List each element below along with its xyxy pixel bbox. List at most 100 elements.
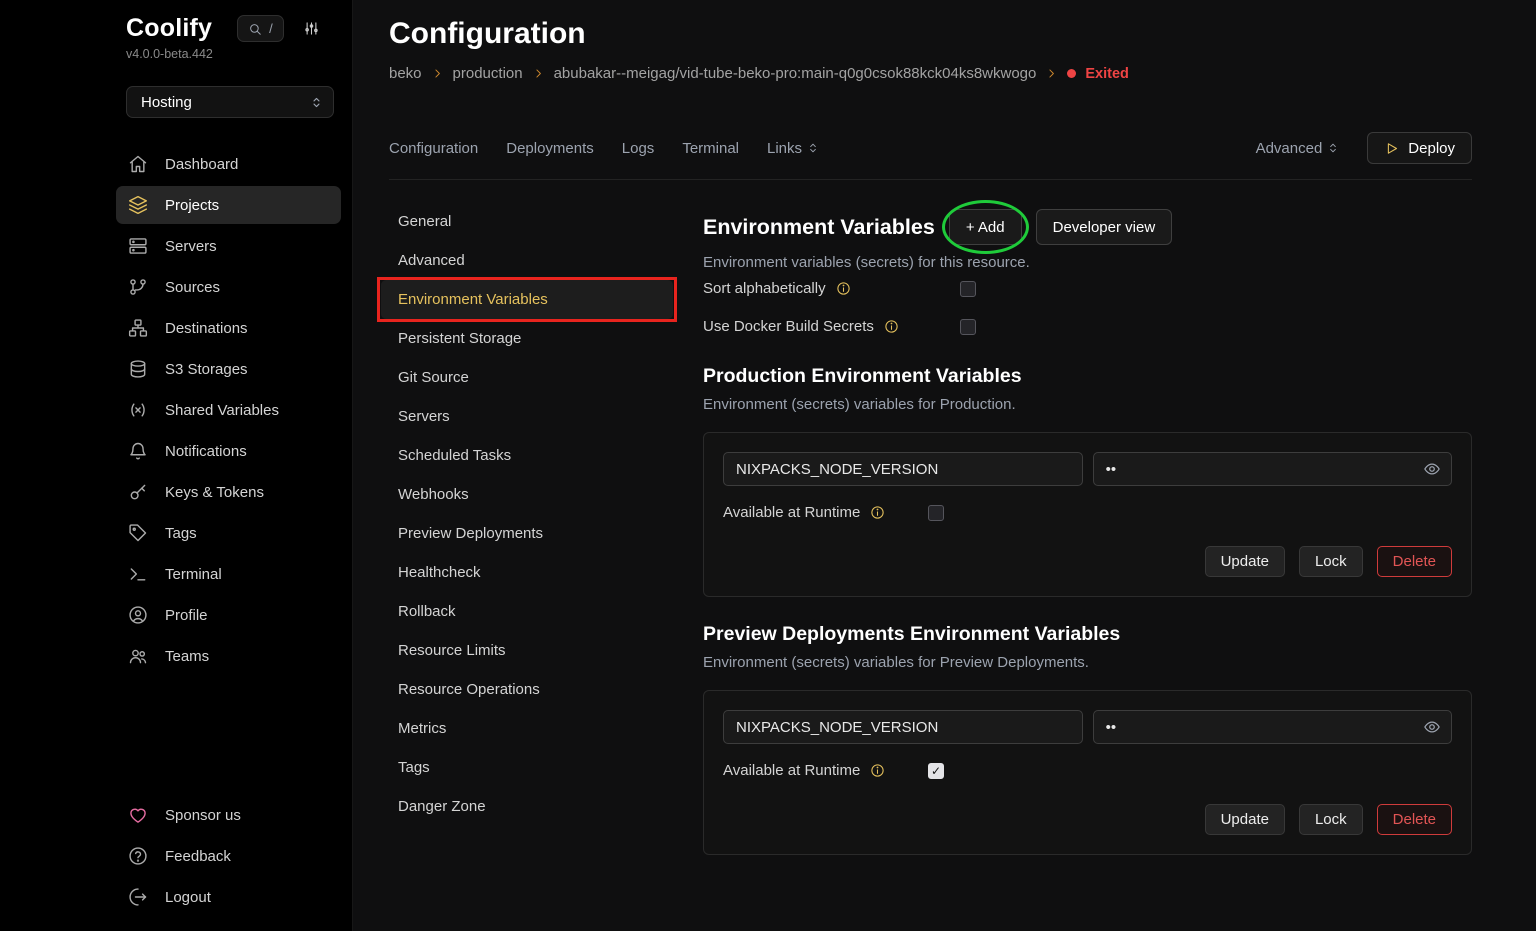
sidebar-header: Coolify /: [116, 14, 341, 43]
env-var-row: [723, 710, 1452, 744]
help-circle-icon: [128, 846, 148, 866]
subnav-item-metrics[interactable]: Metrics: [381, 709, 673, 748]
deploy-button-label: Deploy: [1408, 140, 1455, 157]
users-icon: [128, 646, 148, 666]
content-header: Environment Variables + Add Developer vi…: [703, 209, 1472, 245]
sidebar-item-label: Keys & Tokens: [165, 484, 264, 501]
subnav-item-persistent-storage[interactable]: Persistent Storage: [381, 319, 673, 358]
sidebar-item-sponsor[interactable]: Sponsor us: [116, 796, 341, 834]
reveal-value-button[interactable]: [1421, 716, 1443, 738]
breadcrumb: beko production abubakar--meigag/vid-tub…: [389, 65, 1472, 82]
subnav-item-environment-variables[interactable]: Environment Variables: [381, 280, 673, 319]
sidebar-item-label: Shared Variables: [165, 402, 279, 419]
panel-actions: Update Lock Delete: [723, 546, 1452, 577]
chevron-updown-icon: [1326, 141, 1340, 155]
env-var-name-input[interactable]: [723, 452, 1083, 486]
terminal-icon: [128, 564, 148, 584]
subnav-item-git-source[interactable]: Git Source: [381, 358, 673, 397]
sidebar-item-label: Sponsor us: [165, 807, 241, 824]
settings-sliders-icon[interactable]: [304, 21, 319, 36]
update-button[interactable]: Update: [1205, 546, 1285, 577]
layers-icon: [128, 195, 148, 215]
add-env-variable-button[interactable]: + Add: [949, 209, 1022, 245]
sidebar: Coolify / v4.0.0-beta.442 Hosting Dashbo…: [0, 0, 353, 931]
sort-alphabetically-checkbox[interactable]: [960, 281, 976, 297]
tab-logs[interactable]: Logs: [622, 140, 655, 157]
status-badge: Exited: [1085, 66, 1129, 82]
subnav-item-preview-deployments[interactable]: Preview Deployments: [381, 514, 673, 553]
delete-button[interactable]: Delete: [1377, 804, 1452, 835]
subnav-item-webhooks[interactable]: Webhooks: [381, 475, 673, 514]
tab-configuration[interactable]: Configuration: [389, 140, 478, 157]
env-var-value-input[interactable]: [1093, 710, 1452, 744]
production-section-subtitle: Environment (secrets) variables for Prod…: [703, 396, 1472, 413]
docker-build-secrets-checkbox[interactable]: [960, 319, 976, 335]
sidebar-item-label: Projects: [165, 197, 219, 214]
tab-deployments[interactable]: Deployments: [506, 140, 594, 157]
breadcrumb-environment[interactable]: production: [453, 65, 523, 82]
tag-icon: [128, 523, 148, 543]
team-select[interactable]: Hosting: [126, 86, 334, 118]
sidebar-item-feedback[interactable]: Feedback: [116, 837, 341, 875]
deploy-button[interactable]: Deploy: [1367, 132, 1472, 164]
preview-section-title: Preview Deployments Environment Variable…: [703, 623, 1472, 646]
server-icon: [128, 236, 148, 256]
sidebar-item-dashboard[interactable]: Dashboard: [116, 145, 341, 183]
sidebar-item-logout[interactable]: Logout: [116, 878, 341, 916]
status-dot: [1067, 69, 1076, 78]
sidebar-item-notifications[interactable]: Notifications: [116, 432, 341, 470]
sidebar-item-terminal[interactable]: Terminal: [116, 555, 341, 593]
subnav-item-servers[interactable]: Servers: [381, 397, 673, 436]
breadcrumb-resource[interactable]: abubakar--meigag/vid-tube-beko-pro:main-…: [554, 65, 1037, 82]
breadcrumb-project[interactable]: beko: [389, 65, 422, 82]
subnav-item-tags[interactable]: Tags: [381, 748, 673, 787]
key-icon: [128, 482, 148, 502]
sidebar-item-destinations[interactable]: Destinations: [116, 309, 341, 347]
lock-button[interactable]: Lock: [1299, 546, 1363, 577]
delete-button[interactable]: Delete: [1377, 546, 1452, 577]
available-at-runtime-label: Available at Runtime: [723, 504, 860, 521]
sidebar-item-teams[interactable]: Teams: [116, 637, 341, 675]
sidebar-item-sources[interactable]: Sources: [116, 268, 341, 306]
developer-view-button[interactable]: Developer view: [1036, 209, 1173, 245]
sidebar-item-shared-variables[interactable]: Shared Variables: [116, 391, 341, 429]
sidebar-item-profile[interactable]: Profile: [116, 596, 341, 634]
subnav-item-general[interactable]: General: [381, 202, 673, 241]
sidebar-item-tags[interactable]: Tags: [116, 514, 341, 552]
app-logo: Coolify: [126, 14, 212, 43]
subnav-item-advanced[interactable]: Advanced: [381, 241, 673, 280]
tab-links-label: Links: [767, 140, 802, 157]
search-button[interactable]: /: [237, 15, 284, 42]
main-area: Configuration beko production abubakar--…: [353, 0, 1536, 931]
update-button[interactable]: Update: [1205, 804, 1285, 835]
subnav-item-rollback[interactable]: Rollback: [381, 592, 673, 631]
env-var-value-input[interactable]: [1093, 452, 1452, 486]
lock-button[interactable]: Lock: [1299, 804, 1363, 835]
env-var-name-input[interactable]: [723, 710, 1083, 744]
subnav-item-resource-limits[interactable]: Resource Limits: [381, 631, 673, 670]
available-at-runtime-checkbox[interactable]: [928, 763, 944, 779]
app-root: Coolify / v4.0.0-beta.442 Hosting Dashbo…: [0, 0, 1536, 931]
subnav-item-danger-zone[interactable]: Danger Zone: [381, 787, 673, 826]
sidebar-item-keys-tokens[interactable]: Keys & Tokens: [116, 473, 341, 511]
env-var-row: [723, 452, 1452, 486]
advanced-dropdown-label: Advanced: [1256, 140, 1323, 157]
chevron-right-icon: [431, 67, 444, 80]
tab-links[interactable]: Links: [767, 140, 820, 157]
git-branch-icon: [128, 277, 148, 297]
reveal-value-button[interactable]: [1421, 458, 1443, 480]
eye-icon: [1423, 718, 1441, 736]
sidebar-item-projects[interactable]: Projects: [116, 186, 341, 224]
user-circle-icon: [128, 605, 148, 625]
available-at-runtime-label: Available at Runtime: [723, 762, 860, 779]
subnav-item-resource-operations[interactable]: Resource Operations: [381, 670, 673, 709]
info-icon: [836, 281, 851, 296]
subnav-item-healthcheck[interactable]: Healthcheck: [381, 553, 673, 592]
env-var-value-wrap: [1093, 452, 1452, 486]
tab-terminal[interactable]: Terminal: [682, 140, 739, 157]
available-at-runtime-checkbox[interactable]: [928, 505, 944, 521]
sidebar-item-servers[interactable]: Servers: [116, 227, 341, 265]
advanced-dropdown[interactable]: Advanced: [1256, 140, 1341, 157]
subnav-item-scheduled-tasks[interactable]: Scheduled Tasks: [381, 436, 673, 475]
sidebar-item-s3-storages[interactable]: S3 Storages: [116, 350, 341, 388]
